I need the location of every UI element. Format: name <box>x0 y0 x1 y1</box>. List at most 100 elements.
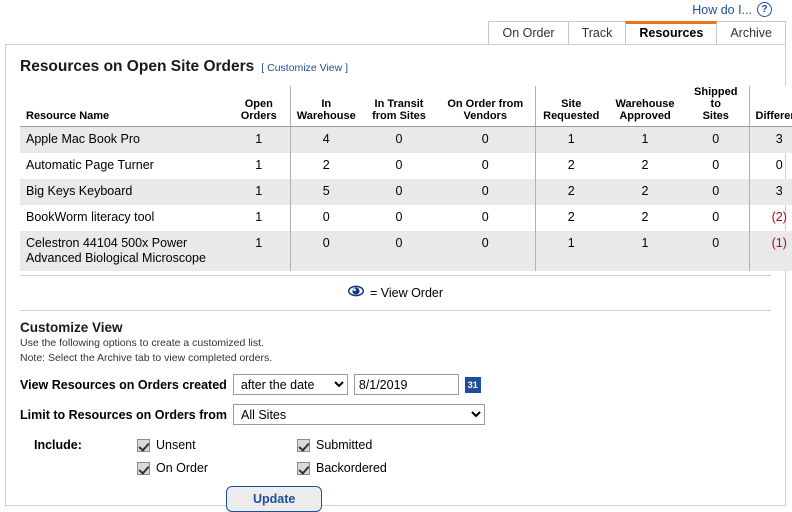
date-filter-row: View Resources on Orders created after t… <box>20 374 785 395</box>
checkbox-backordered[interactable]: Backordered <box>297 461 457 475</box>
col-label-line2: Approved <box>619 110 671 122</box>
cell-on-order-from-vendors: 0 <box>436 179 535 205</box>
col-site-requested: Site Requested <box>534 86 607 127</box>
col-in-warehouse: In Warehouse <box>289 86 362 127</box>
cell-warehouse-approved: 2 <box>607 179 683 205</box>
cell-on-order-from-vendors: 0 <box>436 126 535 153</box>
table-header-row: Resource Name Open Orders In Warehouse I… <box>20 86 792 127</box>
negative-value: (2) <box>771 210 787 224</box>
date-input[interactable] <box>353 374 459 395</box>
checkbox-unsent[interactable]: Unsent <box>137 438 297 452</box>
col-label-line1: On Order from <box>447 98 524 110</box>
cell-site-requested: 2 <box>534 179 607 205</box>
checkbox-unsent-box[interactable] <box>137 438 150 452</box>
table-row: Big Keys Keyboard 1 5 0 0 2 2 0 3 <box>20 179 792 205</box>
cell-shipped-to-sites: 0 <box>683 126 749 153</box>
resources-table-wrapper: Resource Name Open Orders In Warehouse I… <box>6 76 792 271</box>
cell-shipped-to-sites: 0 <box>683 231 749 271</box>
date-filter-label: View Resources on Orders created <box>20 377 227 392</box>
col-label-line1: Shipped to <box>694 86 738 110</box>
cell-open-orders: 1 <box>228 126 290 153</box>
cell-in-warehouse: 4 <box>289 126 362 153</box>
legend-text: = View Order <box>369 285 444 300</box>
page-title-row: Resources on Open Site Orders [ Customiz… <box>6 45 785 76</box>
customize-view-note-1: Use the following options to create a cu… <box>20 337 264 349</box>
col-label-line1: Site <box>561 98 582 110</box>
customize-view-note-2: Note: Select the Archive tab to view com… <box>20 352 273 364</box>
col-warehouse-approved: Warehouse Approved <box>607 86 683 127</box>
cell-on-order-from-vendors: 0 <box>481 158 489 172</box>
how-do-i-link[interactable]: How do I... <box>692 3 752 17</box>
col-label-line2: Sites <box>702 110 729 122</box>
col-label-line2: Orders <box>240 110 277 122</box>
tab-archive[interactable]: Archive <box>716 21 786 44</box>
page-title: Resources on Open Site Orders <box>20 58 255 75</box>
calendar-icon[interactable]: 31 <box>464 376 481 393</box>
cell-difference: (1) <box>748 231 792 271</box>
update-button[interactable]: Update <box>226 486 323 512</box>
cell-in-transit-from-sites: 0 <box>362 179 436 205</box>
col-label: Difference <box>755 110 792 122</box>
customize-view-heading: Customize View <box>20 320 123 335</box>
question-mark-circle-icon[interactable]: ? <box>757 2 772 17</box>
checkbox-on-order-label: On Order <box>156 461 209 475</box>
cell-resource-name: BookWorm literacy tool <box>26 210 155 224</box>
cell-shipped-to-sites: 0 <box>712 210 720 224</box>
checkbox-submitted[interactable]: Submitted <box>297 438 457 452</box>
cell-site-requested: 2 <box>534 153 607 179</box>
cell-resource-name: Big Keys Keyboard <box>20 179 228 205</box>
customize-view-link[interactable]: [ Customize View ] <box>261 62 348 74</box>
cell-resource-name: Automatic Page Turner <box>26 158 154 172</box>
cell-shipped-to-sites: 0 <box>712 158 720 172</box>
checkbox-submitted-label: Submitted <box>316 438 373 452</box>
col-label-line2: Warehouse <box>296 110 356 122</box>
site-select[interactable]: All Sites <box>232 404 485 425</box>
cell-site-requested: 2 <box>534 205 607 231</box>
col-difference: Difference <box>748 86 792 127</box>
cell-shipped-to-sites: 0 <box>683 179 749 205</box>
checkbox-on-order-box[interactable] <box>137 461 150 475</box>
include-label: Include: <box>34 438 82 452</box>
col-in-transit-from-sites: In Transit from Sites <box>362 86 436 127</box>
cell-warehouse-approved: 2 <box>641 158 649 172</box>
col-label-line2: Requested <box>543 110 600 122</box>
col-label-line1: Open <box>244 98 273 110</box>
eye-icon <box>347 285 365 300</box>
cell-resource-name: Celestron 44104 500x Power Advanced Biol… <box>20 231 228 271</box>
help-bar[interactable]: How do I... ? <box>692 2 772 17</box>
date-mode-select[interactable]: after the datebefore the dateon the date <box>232 374 348 395</box>
cell-in-warehouse: 2 <box>289 153 362 179</box>
tab-bar: On Order Track Resources Archive <box>488 21 786 44</box>
checkbox-unsent-label: Unsent <box>156 438 196 452</box>
cell-site-requested: 1 <box>534 126 607 153</box>
legend: = View Order <box>20 275 771 300</box>
table-row: Celestron 44104 500x Power Advanced Biol… <box>20 231 792 271</box>
tab-on-order[interactable]: On Order <box>488 21 569 44</box>
table-body: Apple Mac Book Pro 1 4 0 0 1 1 0 3 Automatic Page… <box>20 126 792 271</box>
site-filter-label: Limit to Resources on Orders from <box>20 407 227 422</box>
col-label-line1: In Transit <box>374 98 424 110</box>
checkbox-backordered-label: Backordered <box>316 461 387 475</box>
table-row: BookWorm literacy tool 1 0 0 0 2 2 0 (2) <box>20 205 792 231</box>
cell-in-transit-from-sites: 0 <box>362 231 436 271</box>
resources-table: Resource Name Open Orders In Warehouse I… <box>20 86 792 271</box>
cell-warehouse-approved: 2 <box>641 210 649 224</box>
tab-resources[interactable]: Resources <box>625 21 718 44</box>
col-label-line1: In <box>321 98 332 110</box>
checkbox-submitted-box[interactable] <box>297 438 310 452</box>
col-shipped-to-sites: Shipped to Sites <box>683 86 749 127</box>
checkbox-on-order[interactable]: On Order <box>137 461 297 475</box>
col-on-order-from-vendors: On Order from Vendors <box>436 86 535 127</box>
col-label-line1: Warehouse <box>615 98 675 110</box>
site-filter-row: Limit to Resources on Orders from All Si… <box>20 404 785 425</box>
negative-value: (1) <box>771 236 787 250</box>
col-label: Resource Name <box>26 110 110 122</box>
cell-warehouse-approved: 1 <box>607 231 683 271</box>
cell-in-transit-from-sites: 0 <box>362 126 436 153</box>
cell-resource-name: Apple Mac Book Pro <box>20 126 228 153</box>
cell-difference: 3 <box>748 179 792 205</box>
cell-difference: 3 <box>748 126 792 153</box>
col-label-line2: Vendors <box>463 110 507 122</box>
tab-track[interactable]: Track <box>567 21 627 44</box>
checkbox-backordered-box[interactable] <box>297 461 310 475</box>
